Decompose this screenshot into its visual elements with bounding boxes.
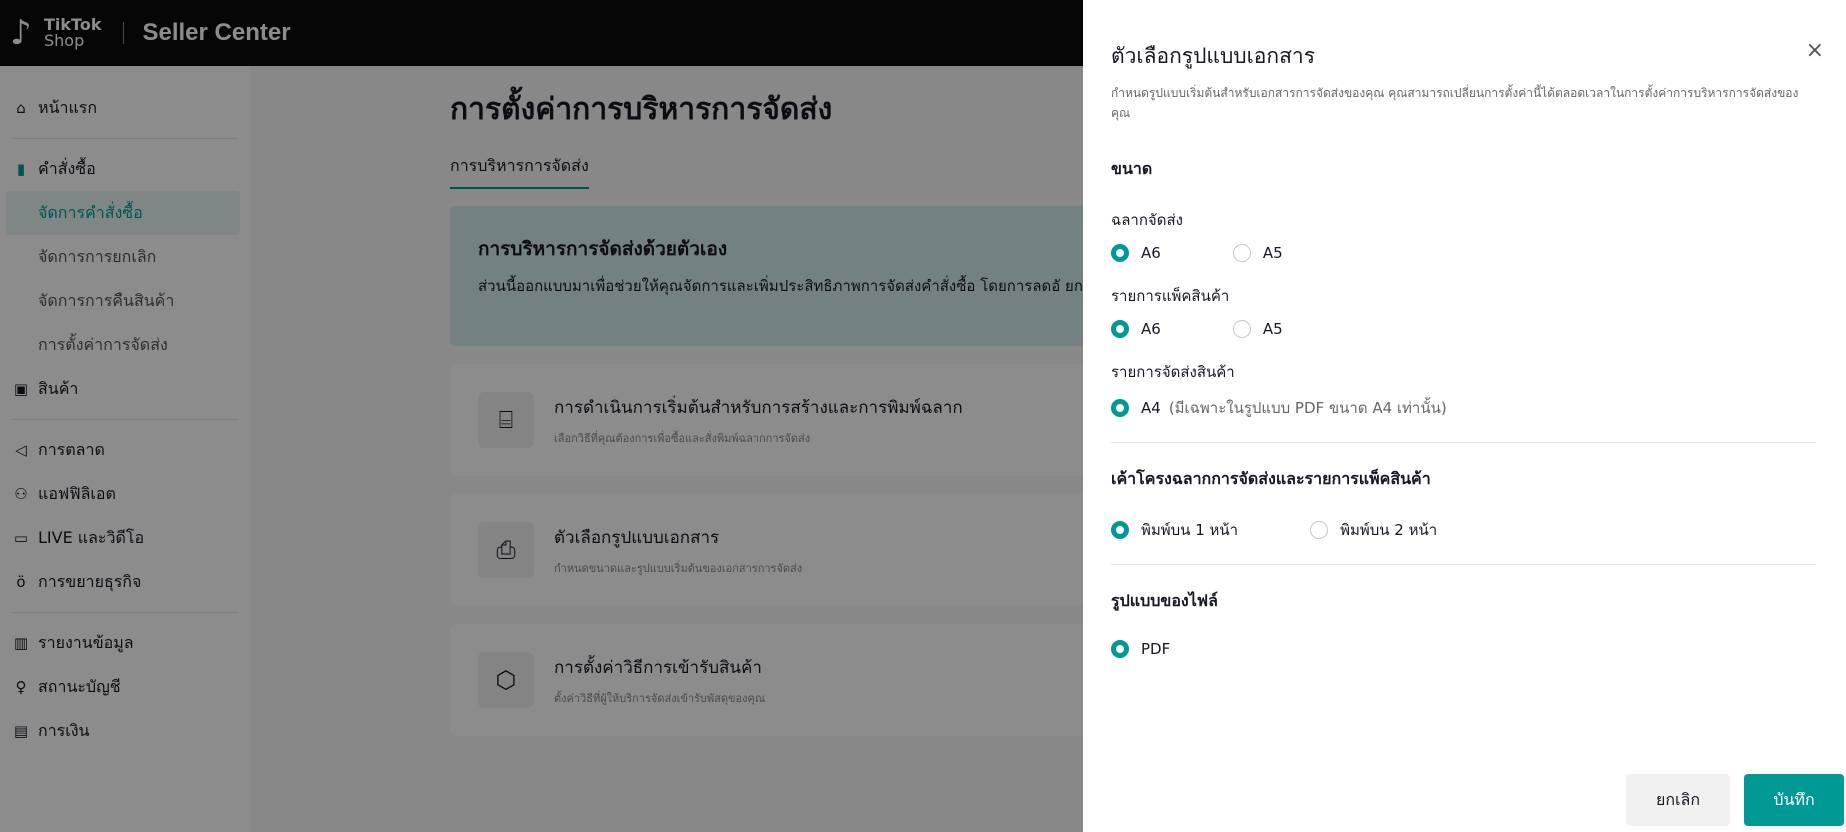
pick-list-label: รายการจัดส่งสินค้า	[1111, 363, 1235, 381]
radio-unselected	[1232, 320, 1251, 338]
save-button[interactable]: บันทึก	[1744, 774, 1844, 826]
radio-label: A5	[1262, 320, 1283, 338]
document-format-drawer: × ตัวเลือกรูปแบบเอกสาร กำหนดรูปแบบเริ่มต…	[1083, 0, 1846, 832]
drawer-description: กำหนดรูปแบบเริ่มต้นสำหรับเอกสารการจัดส่ง…	[1111, 86, 1799, 120]
shipping-label-a5-radio[interactable]: A5	[1232, 244, 1283, 262]
pick-list-radio-group: A4 (มีเฉพาะในรูปแบบ PDF ขนาด A4 เท่านั้น…	[1111, 396, 1816, 420]
pick-list-note: (มีเฉพาะในรูปแบบ PDF ขนาด A4 เท่านั้น)	[1168, 399, 1447, 417]
modal-overlay[interactable]	[0, 0, 1083, 832]
radio-selected	[1111, 320, 1129, 338]
radio-selected	[1111, 399, 1129, 417]
layout-two-page-radio[interactable]: พิมพ์บน 2 หน้า	[1310, 518, 1437, 542]
radio-label: A4	[1141, 399, 1161, 417]
radio-selected	[1111, 521, 1129, 539]
divider	[1111, 442, 1816, 443]
packing-list-label: รายการแพ็คสินค้า	[1111, 287, 1230, 305]
radio-unselected	[1232, 244, 1251, 262]
radio-label: พิมพ์บน 1 หน้า	[1141, 521, 1239, 539]
file-format-radio-group: PDF	[1111, 640, 1816, 658]
file-format-section-title: รูปแบบของไฟล์	[1111, 591, 1218, 610]
layout-section-title: เค้าโครงฉลากการจัดส่งและรายการแพ็คสินค้า	[1111, 469, 1431, 488]
divider	[1111, 564, 1816, 565]
layout-radio-group: พิมพ์บน 1 หน้า พิมพ์บน 2 หน้า	[1111, 518, 1816, 542]
radio-label: A5	[1262, 244, 1283, 262]
cancel-button[interactable]: ยกเลิก	[1626, 774, 1730, 826]
radio-label: PDF	[1141, 640, 1171, 658]
packing-list-a5-radio[interactable]: A5	[1232, 320, 1283, 338]
layout-one-page-radio[interactable]: พิมพ์บน 1 หน้า	[1111, 518, 1238, 542]
radio-unselected	[1310, 521, 1329, 539]
radio-selected	[1111, 640, 1129, 658]
packing-list-a6-radio[interactable]: A6	[1111, 320, 1161, 338]
radio-label: A6	[1141, 320, 1161, 338]
drawer-footer: ยกเลิก บันทึก	[1626, 774, 1846, 826]
shipping-label-label: ฉลากจัดส่ง	[1111, 211, 1183, 229]
close-icon[interactable]: ×	[1806, 38, 1824, 63]
file-format-pdf-radio[interactable]: PDF	[1111, 640, 1170, 658]
radio-label: พิมพ์บน 2 หน้า	[1340, 521, 1438, 539]
shipping-label-radio-group: A6 A5	[1111, 244, 1816, 262]
drawer-title: ตัวเลือกรูปแบบเอกสาร	[1111, 44, 1316, 68]
radio-selected	[1111, 244, 1129, 262]
radio-label: A6	[1141, 244, 1161, 262]
packing-list-radio-group: A6 A5	[1111, 320, 1816, 338]
shipping-label-a6-radio[interactable]: A6	[1111, 244, 1161, 262]
pick-list-a4-radio[interactable]: A4	[1111, 399, 1161, 417]
size-section-title: ขนาด	[1111, 159, 1153, 178]
